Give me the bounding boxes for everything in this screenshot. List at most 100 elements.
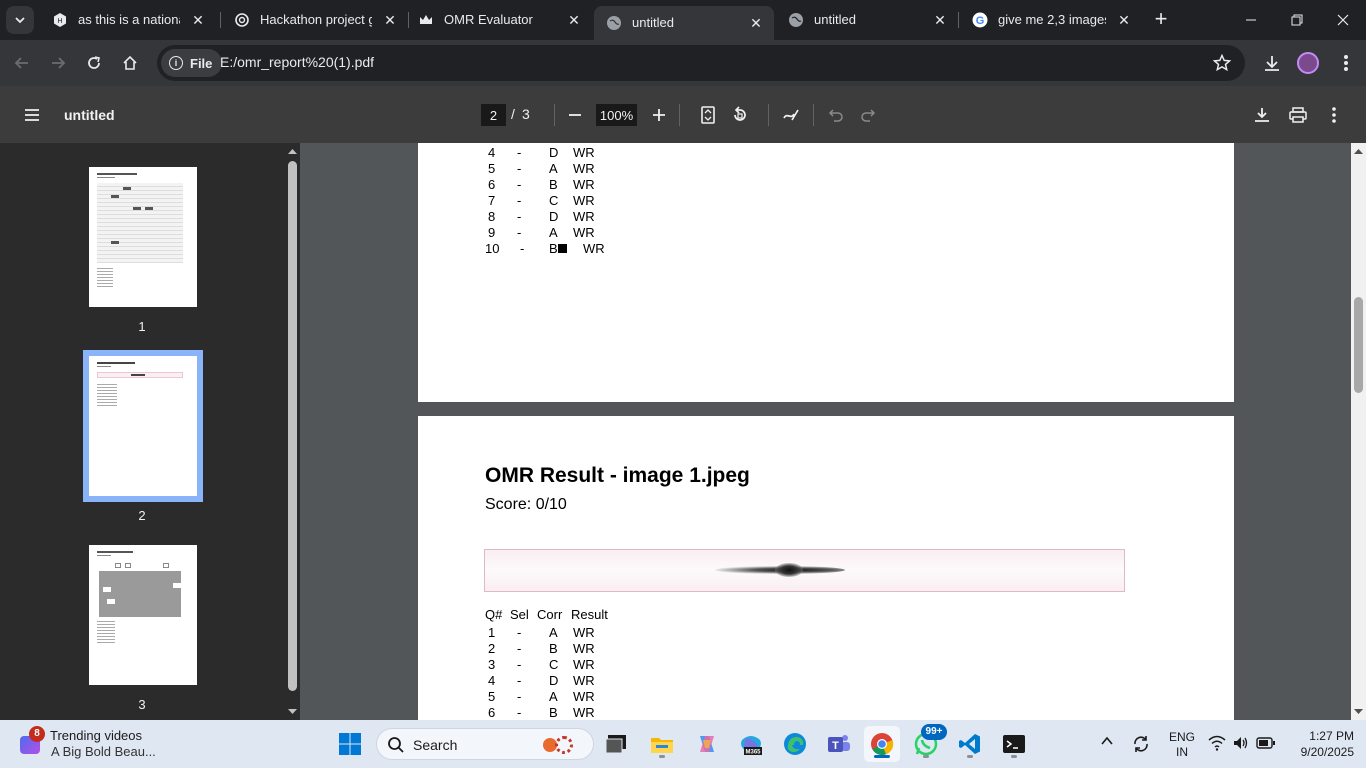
divider (768, 104, 769, 126)
thumbnail-label: 3 (138, 697, 146, 712)
pdf-download-button[interactable] (1249, 102, 1275, 128)
more-vert-icon (1332, 107, 1336, 123)
widgets-button[interactable]: 8 Trending videos A Big Bold Beau... (14, 726, 194, 762)
zoom-input[interactable]: 100% (596, 104, 637, 126)
forward-button[interactable] (44, 49, 72, 77)
bookmark-button[interactable] (1208, 49, 1236, 77)
tab-search-button[interactable] (6, 6, 34, 34)
globe-icon (606, 15, 622, 31)
quick-settings-button[interactable] (1208, 734, 1278, 754)
downloads-button[interactable] (1258, 49, 1286, 77)
sidebar-scroll-thumb[interactable] (288, 161, 297, 691)
close-icon[interactable]: ✕ (932, 12, 948, 28)
document-scroll-thumb[interactable] (1354, 297, 1363, 393)
minimize-button[interactable] (1228, 0, 1274, 40)
taskbar-terminal[interactable] (996, 726, 1032, 762)
taskbar-m365[interactable]: M365 (733, 726, 769, 762)
scroll-up-icon[interactable] (1351, 145, 1366, 157)
profile-button[interactable] (1294, 49, 1322, 77)
sidebar-scrollbar[interactable] (285, 143, 300, 720)
tray-overflow-button[interactable] (1100, 734, 1120, 754)
close-icon[interactable]: ✕ (1116, 12, 1132, 28)
tab-3[interactable]: OMR Evaluator ✕ (406, 6, 592, 34)
tab-6[interactable]: G give me 2,3 images o ✕ (960, 6, 1142, 34)
running-indicator (1011, 755, 1017, 758)
tab-title: Hackathon project gu (260, 12, 372, 27)
scroll-up-icon[interactable] (285, 145, 300, 157)
taskbar-edge[interactable] (777, 726, 813, 762)
pdf-more-button[interactable] (1321, 102, 1347, 128)
tab-1[interactable]: H as this is a national ha ✕ (40, 6, 216, 34)
document-viewport[interactable]: 4- D WR 5- A WR 6- B WR 7- C WR 8- D WR 9- A WR 10- B… (300, 143, 1351, 720)
svg-text:G: G (976, 15, 985, 27)
zoom-in-button[interactable] (646, 102, 672, 128)
tab-4-active[interactable]: untitled ✕ (594, 6, 774, 40)
close-icon[interactable]: ✕ (748, 15, 764, 31)
language-indicator[interactable]: ENG IN (1168, 730, 1196, 760)
page-number-input[interactable]: 2 (481, 104, 506, 126)
home-icon (123, 55, 137, 70)
close-icon[interactable]: ✕ (190, 12, 206, 28)
windows-taskbar: 8 Trending videos A Big Bold Beau... Sea… (0, 720, 1366, 768)
clock-time: 1:27 PM (1309, 729, 1354, 743)
page-count: 3 (522, 106, 530, 122)
print-button[interactable] (1285, 102, 1311, 128)
tab-2[interactable]: Hackathon project gu ✕ (222, 6, 408, 34)
copilot-icon (700, 736, 714, 752)
tray-sync-button[interactable] (1131, 734, 1153, 754)
score-text: Score: 0/10 (485, 496, 567, 513)
glyph-box (558, 244, 567, 253)
home-button[interactable] (116, 49, 144, 77)
close-icon[interactable]: ✕ (382, 12, 398, 28)
annotate-button[interactable] (778, 102, 804, 128)
chevron-up-icon (1101, 736, 1113, 745)
windows-logo-icon (339, 733, 361, 755)
rotate-button[interactable] (727, 102, 753, 128)
search-icon (388, 737, 404, 753)
taskbar-file-explorer[interactable] (644, 726, 680, 762)
start-button[interactable] (332, 726, 368, 762)
taskbar-whatsapp[interactable]: 99+ (908, 724, 947, 762)
chevron-down-icon (15, 17, 25, 24)
minimize-icon (1246, 19, 1256, 21)
taskbar-chrome[interactable] (864, 726, 900, 762)
clock[interactable]: 1:27 PM 9/20/2025 (1282, 728, 1354, 760)
undo-button[interactable] (823, 102, 849, 128)
pdf-toolbar: untitled 2 / 3 100% (0, 86, 1366, 143)
clock-date: 9/20/2025 (1300, 745, 1354, 759)
menu-icon (25, 109, 39, 121)
close-window-button[interactable] (1320, 0, 1366, 40)
fit-page-icon (701, 106, 715, 124)
folder-icon (651, 738, 673, 753)
taskbar-vscode[interactable] (952, 726, 988, 762)
crown-icon (418, 12, 434, 28)
new-tab-button[interactable]: + (1149, 8, 1173, 32)
redo-button[interactable] (855, 102, 881, 128)
taskbar-task-view[interactable] (598, 726, 634, 762)
close-icon[interactable]: ✕ (566, 12, 582, 28)
menu-button[interactable] (1332, 49, 1360, 77)
restore-button[interactable] (1274, 0, 1320, 40)
tab-5[interactable]: untitled ✕ (776, 6, 958, 34)
page-separator: / (511, 106, 515, 122)
scroll-down-icon[interactable] (285, 706, 300, 718)
thumbnail-page-3[interactable] (89, 545, 197, 685)
thumbnail-sidebar: 1 2 3 (0, 143, 285, 720)
info-icon: i (169, 56, 183, 70)
scroll-down-icon[interactable] (1351, 706, 1366, 718)
fit-page-button[interactable] (695, 102, 721, 128)
thumbnail-page-1[interactable] (89, 167, 197, 307)
chip-label: File (190, 55, 213, 71)
zoom-out-button[interactable] (562, 102, 588, 128)
taskbar-copilot[interactable] (689, 726, 725, 762)
reload-button[interactable] (80, 49, 108, 77)
hackerrank-icon: H (52, 12, 68, 28)
taskbar-teams[interactable]: T (821, 726, 857, 762)
document-scrollbar[interactable] (1351, 143, 1366, 720)
taskbar-search[interactable]: Search (376, 728, 594, 760)
site-info-chip[interactable]: i File (161, 49, 223, 77)
thumbnail-page-2[interactable] (89, 356, 197, 496)
sidebar-toggle-button[interactable] (19, 102, 45, 128)
back-button[interactable] (8, 49, 36, 77)
address-bar[interactable]: i File E:/omr_report%20(1).pdf (157, 45, 1245, 81)
